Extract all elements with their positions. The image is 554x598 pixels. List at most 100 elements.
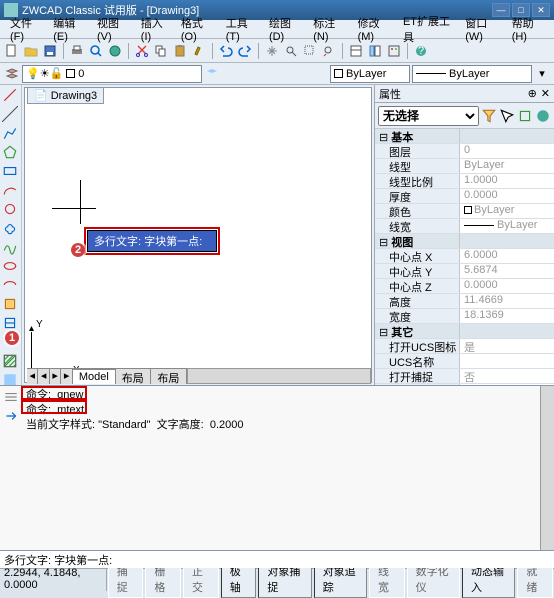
prop-group[interactable]: 视图 (375, 234, 554, 249)
layer-prev-icon[interactable] (204, 66, 220, 82)
command-input[interactable]: 多行文字: 字块第一点: (0, 550, 554, 568)
drawing-area[interactable]: 📄 Drawing3 多行文字: 字块第一点: 2 1 Y X ◂ ◂ ▸ ▸ … (24, 87, 372, 383)
pan-icon[interactable] (264, 43, 280, 59)
command-window: 命令: qnew 命令: mtext 当前文字样式: "Standard" 文字… (0, 386, 554, 550)
save-icon[interactable] (42, 43, 58, 59)
designcenter-icon[interactable] (367, 43, 383, 59)
rect-icon[interactable] (2, 163, 18, 179)
undo-icon[interactable] (218, 43, 234, 59)
pickadd-icon[interactable] (517, 108, 533, 124)
tab-nav-last[interactable]: ▸ (61, 369, 72, 384)
menu-window[interactable]: 窗口(W) (459, 13, 505, 45)
toolpalette-icon[interactable] (386, 43, 402, 59)
tab-model[interactable]: Model (73, 369, 116, 384)
circle-icon[interactable] (2, 201, 18, 217)
linetype-btn-icon[interactable]: ▾ (534, 66, 550, 82)
publish-icon[interactable] (107, 43, 123, 59)
pline-icon[interactable] (2, 125, 18, 141)
select-icon[interactable] (499, 108, 515, 124)
tab-layout1[interactable]: 布局1 (116, 369, 152, 384)
copy-icon[interactable] (153, 43, 169, 59)
prop-key: 线型比例 (375, 174, 460, 188)
layer-manager-icon[interactable] (4, 66, 20, 82)
color-swatch-icon (334, 69, 343, 78)
prop-value[interactable] (460, 354, 554, 368)
command-history[interactable]: 命令: qnew 命令: mtext 当前文字样式: "Standard" 文字… (22, 386, 540, 550)
prop-value[interactable]: ByLayer (460, 159, 554, 173)
zoom-prev-icon[interactable] (321, 43, 337, 59)
pin-icon[interactable]: ⊕ (528, 87, 537, 100)
line-icon[interactable] (2, 87, 18, 103)
layer-combo[interactable]: 💡 ☀ 🔓 0 (22, 65, 202, 83)
prop-value[interactable]: 5.6874 (460, 264, 554, 278)
revcloud-icon[interactable] (2, 220, 18, 236)
command-area: 命令: qnew 命令: mtext 当前文字样式: "Standard" 文字… (0, 385, 554, 568)
prop-value[interactable]: 6.0000 (460, 249, 554, 263)
prop-value[interactable]: ByLayer (460, 204, 554, 218)
block-icon[interactable] (2, 315, 18, 331)
prop-row: 中心点 X6.0000 (375, 249, 554, 264)
selection-combo[interactable]: 无选择 (378, 106, 479, 126)
menu-dim[interactable]: 标注(N) (307, 13, 351, 45)
h-scrollbar[interactable] (187, 368, 371, 384)
tab-nav-prev[interactable]: ◂ (38, 369, 49, 384)
print-icon[interactable] (69, 43, 85, 59)
help-icon[interactable]: ? (413, 43, 429, 59)
spline-icon[interactable] (2, 239, 18, 255)
cmd-arrow-icon[interactable] (3, 408, 19, 424)
linetype-combo[interactable]: ByLayer (412, 65, 532, 83)
redo-icon[interactable] (237, 43, 253, 59)
menu-file[interactable]: 文件(F) (4, 13, 47, 45)
zoom-win-icon[interactable] (302, 43, 318, 59)
menu-edit[interactable]: 编辑(E) (47, 13, 91, 45)
prop-group[interactable]: 基本 (375, 129, 554, 144)
mtext-prompt[interactable]: 多行文字: 字块第一点: (87, 230, 217, 252)
hatch-icon[interactable] (2, 353, 18, 369)
prop-key: 中心点 Y (375, 264, 460, 278)
cmd-recent-icon[interactable] (3, 389, 19, 405)
cmd-scrollbar[interactable] (540, 386, 554, 550)
open-icon[interactable] (23, 43, 39, 59)
model-tabs: ◂ ◂ ▸ ▸ Model 布局1 布局2 (27, 368, 187, 384)
panel-close-icon[interactable]: ✕ (541, 87, 550, 100)
menu-modify[interactable]: 修改(M) (352, 13, 397, 45)
prop-value[interactable]: 是 (460, 339, 554, 353)
color-combo[interactable]: ByLayer (330, 65, 410, 83)
menu-insert[interactable]: 插入(I) (135, 13, 175, 45)
prop-value[interactable]: 0 (460, 144, 554, 158)
prop-help-icon[interactable] (535, 108, 551, 124)
preview-icon[interactable] (88, 43, 104, 59)
menu-format[interactable]: 格式(O) (175, 13, 220, 45)
xline-icon[interactable] (2, 106, 18, 122)
prop-group[interactable]: 其它 (375, 324, 554, 339)
drawing-tab[interactable]: 📄 Drawing3 (27, 87, 104, 104)
polygon-icon[interactable] (2, 144, 18, 160)
prop-value[interactable]: 11.4669 (460, 294, 554, 308)
prop-value[interactable]: ByLayer (460, 219, 554, 233)
menu-help[interactable]: 帮助(H) (506, 13, 550, 45)
menu-tools[interactable]: 工具(T) (220, 13, 263, 45)
menu-draw[interactable]: 绘图(D) (263, 13, 307, 45)
zoom-rt-icon[interactable] (283, 43, 299, 59)
prop-row: 中心点 Z0.0000 (375, 279, 554, 294)
ellipse-icon[interactable] (2, 258, 18, 274)
prop-value[interactable]: 否 (460, 369, 554, 383)
properties-icon[interactable] (348, 43, 364, 59)
prop-value[interactable]: 0.0000 (460, 279, 554, 293)
tab-layout2[interactable]: 布局2 (151, 369, 187, 384)
prop-value[interactable]: 18.1369 (460, 309, 554, 323)
prop-value[interactable]: 0.0000 (460, 189, 554, 203)
tab-nav-next[interactable]: ▸ (50, 369, 61, 384)
ellipse-arc-icon[interactable] (2, 277, 18, 293)
cut-icon[interactable] (134, 43, 150, 59)
matchprop-icon[interactable] (191, 43, 207, 59)
quickselect-icon[interactable] (481, 108, 497, 124)
paste-icon[interactable] (172, 43, 188, 59)
insert-icon[interactable] (2, 296, 18, 312)
menu-view[interactable]: 视图(V) (91, 13, 135, 45)
prop-value[interactable]: 1.0000 (460, 174, 554, 188)
coords-readout[interactable]: 2.2944, 4.1848, 0.0000 (0, 567, 107, 591)
new-icon[interactable] (4, 43, 20, 59)
tab-nav-first[interactable]: ◂ (27, 369, 38, 384)
arc-icon[interactable] (2, 182, 18, 198)
